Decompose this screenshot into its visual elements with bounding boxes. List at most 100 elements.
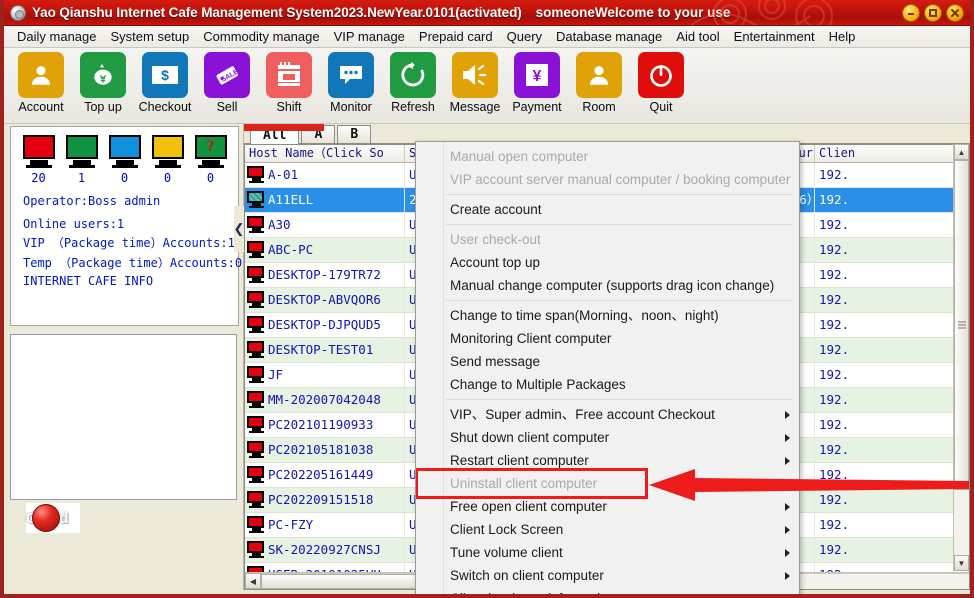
context-menu-item[interactable]: Client Lock Screen [416, 518, 799, 541]
context-menu-item[interactable]: Create account [416, 198, 799, 221]
status-offline[interactable]: 20 [19, 135, 59, 185]
toolbar-button-sell[interactable]: SALE Sell [196, 52, 258, 114]
toolbar-label-monitor: Monitor [330, 100, 372, 114]
monitor-red-icon [247, 341, 266, 359]
toolbar-button-top-up[interactable]: Top up [72, 52, 134, 114]
main-toolbar: Account Top up $ Checkout SALE Sell Shif… [4, 48, 970, 124]
toolbar-button-checkout[interactable]: $ Checkout [134, 52, 196, 114]
context-menu-item-label: Client hardware information [450, 591, 615, 594]
host-name-text: PC202205161449 [268, 467, 374, 482]
menu-item-prepaid-card[interactable]: Prepaid card [412, 27, 500, 46]
host-name-text: PC-FZY [268, 517, 314, 532]
tab-b[interactable]: B [337, 125, 372, 143]
context-menu-item[interactable]: Send message [416, 350, 799, 373]
monitor-stand [72, 160, 91, 165]
minimize-button[interactable] [902, 4, 920, 22]
context-menu-item-label: Switch on client computer [450, 568, 604, 583]
host-name-text: DESKTOP-179TR72 [268, 267, 381, 282]
status-unknown[interactable]: ? 0 [191, 135, 231, 185]
monitor-red-icon [247, 241, 266, 259]
monitor-base [68, 165, 95, 168]
close-button[interactable] [946, 4, 964, 22]
monitor-base [25, 165, 52, 168]
cell-client-ip: 192. [815, 362, 969, 388]
column-header-host-name[interactable]: Host Name（Click So [245, 145, 405, 162]
menu-item-help[interactable]: Help [822, 27, 863, 46]
context-menu-item-label: Restart client computer [450, 453, 589, 468]
close-icon [951, 9, 959, 17]
context-menu-item[interactable]: Manual change computer (supports drag ic… [416, 274, 799, 297]
context-menu-item-label: Monitoring Client computer [450, 331, 612, 346]
operator-label: Operator:Boss admin [23, 194, 161, 208]
toolbar-label-account: Account [18, 100, 64, 114]
cell-host-name: PC202105181038 [245, 437, 405, 463]
cell-client-ip: 192. [815, 412, 969, 438]
toolbar-label-refresh: Refresh [391, 100, 435, 114]
cell-host-name: A30 [245, 212, 405, 238]
context-menu-item-label: Manual change computer (supports drag ic… [450, 278, 775, 293]
speaker-icon [452, 52, 498, 98]
monitor-yellow-icon [151, 135, 184, 159]
toolbar-button-refresh[interactable]: Refresh [382, 52, 444, 114]
toolbar-button-quit[interactable]: Quit [630, 52, 692, 114]
cell-client-ip: 192. [815, 262, 969, 288]
menu-item-database-manage[interactable]: Database manage [549, 27, 669, 46]
context-menu-item-label: Free open client computer [450, 499, 607, 514]
menu-item-commodity-manage[interactable]: Commodity manage [196, 27, 326, 46]
monitor-red-icon [247, 566, 266, 572]
maximize-button[interactable] [924, 4, 942, 22]
vscroll-thumb[interactable] [954, 160, 969, 490]
client-context-menu[interactable]: Manual open computer VIP account server m… [415, 141, 800, 594]
host-name-text: A11ELL [268, 192, 314, 207]
menu-item-vip-manage[interactable]: VIP manage [327, 27, 412, 46]
toolbar-button-payment[interactable]: ¥ Payment [506, 52, 568, 114]
cell-client-ip: 192. [815, 337, 969, 363]
toolbar-button-monitor[interactable]: Monitor [320, 52, 382, 114]
scroll-down-button[interactable]: ▼ [954, 555, 969, 571]
monitor-stand [29, 160, 48, 165]
toolbar-button-message[interactable]: Message [444, 52, 506, 114]
monitor-stand [201, 160, 220, 165]
context-menu-item[interactable]: VIP、Super admin、Free account Checkout [416, 403, 799, 426]
column-header-client-ip[interactable]: Clien [815, 145, 969, 162]
menu-item-aid-tool[interactable]: Aid tool [669, 27, 726, 46]
temp-accounts-label: Temp （Package time）Accounts:0（0） [23, 256, 274, 270]
vertical-scrollbar[interactable]: ▲ ▼ [953, 144, 969, 571]
chevron-left-icon[interactable]: ❮ [234, 206, 244, 252]
submenu-arrow-icon [785, 433, 790, 442]
context-menu-item-label: Tune volume client [450, 545, 563, 560]
annotation-arrow-icon [649, 469, 969, 501]
status-count-unknown: 0 [206, 171, 215, 185]
cell-host-name: DESKTOP-179TR72 [245, 262, 405, 288]
cell-client-ip: 192. [815, 237, 969, 263]
cell-host-name: A-01 [245, 163, 405, 188]
menu-item-entertainment[interactable]: Entertainment [727, 27, 822, 46]
host-name-text: DESKTOP-ABVQOR6 [268, 292, 381, 307]
context-menu-item-label: VIP account server manual computer / boo… [450, 172, 791, 187]
toolbar-button-room[interactable]: Room [568, 52, 630, 114]
context-menu-item[interactable]: Change to time span(Morning、noon、night) [416, 304, 799, 327]
submenu-arrow-icon [785, 548, 790, 557]
monitor-base [197, 165, 224, 168]
context-menu-item[interactable]: Switch on client computer [416, 564, 799, 587]
context-menu-item[interactable]: Shut down client computer [416, 426, 799, 449]
context-menu-item[interactable]: Monitoring Client computer [416, 327, 799, 350]
context-menu-item[interactable]: Client hardware information [416, 587, 799, 594]
context-menu-item[interactable]: Change to Multiple Packages [416, 373, 799, 396]
svg-text:¥: ¥ [533, 68, 542, 85]
menu-item-query[interactable]: Query [500, 27, 549, 46]
person-icon [576, 52, 622, 98]
status-standby[interactable]: 0 [105, 135, 145, 185]
toolbar-button-account[interactable]: Account [10, 52, 72, 114]
menu-item-system-setup[interactable]: System setup [104, 27, 197, 46]
toolbar-button-shift[interactable]: Shift [258, 52, 320, 114]
context-menu-item[interactable]: Account top up [416, 251, 799, 274]
scroll-up-button[interactable]: ▲ [954, 144, 969, 160]
cell-host-name: PC202101190933 [245, 412, 405, 438]
context-menu-item[interactable]: Tune volume client [416, 541, 799, 564]
status-online[interactable]: 1 [62, 135, 102, 185]
status-locked[interactable]: 0 [148, 135, 188, 185]
scroll-left-button[interactable]: ◀ [245, 573, 261, 589]
cell-host-name: DESKTOP-ABVQOR6 [245, 287, 405, 313]
menu-item-daily-manage[interactable]: Daily manage [10, 27, 104, 46]
